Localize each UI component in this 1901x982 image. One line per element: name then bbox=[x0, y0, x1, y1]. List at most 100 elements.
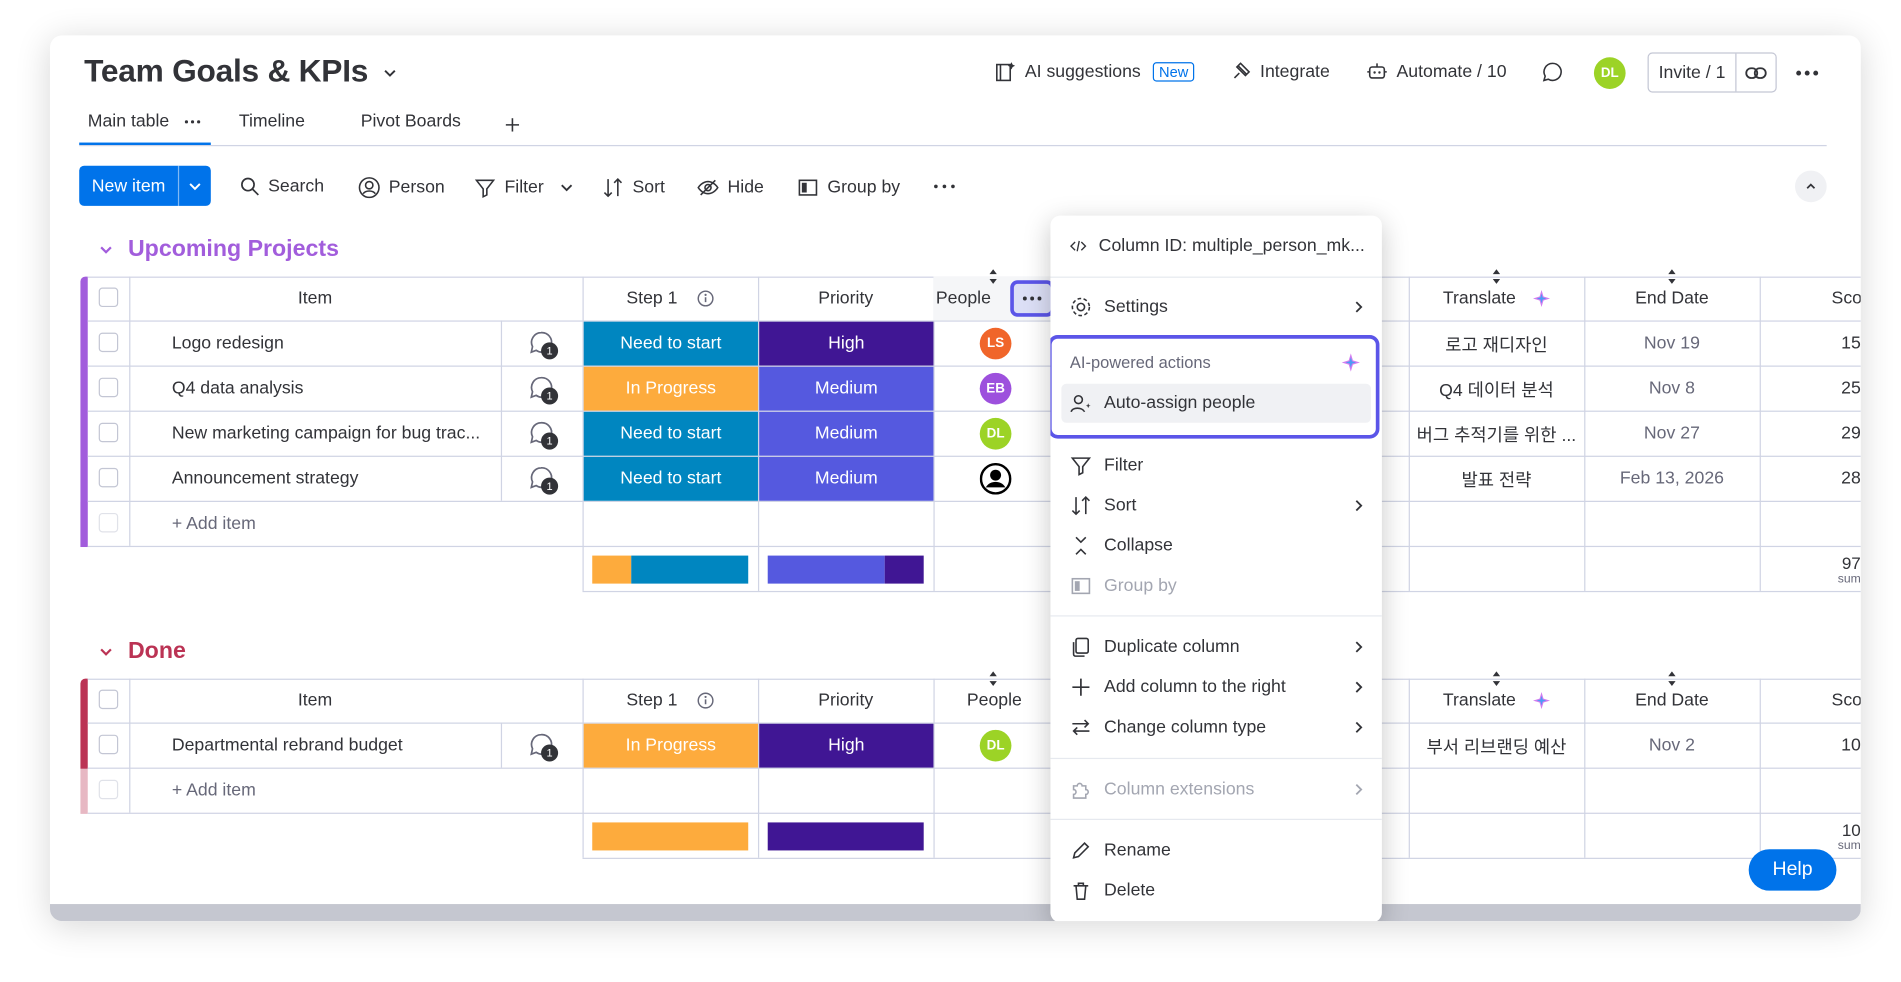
updates-button[interactable]: 1 bbox=[529, 375, 559, 410]
translate-cell[interactable]: 로고 재디자인 bbox=[1409, 322, 1584, 366]
priority-status[interactable]: Medium bbox=[759, 411, 934, 456]
column-header-priority[interactable]: Priority bbox=[758, 277, 933, 321]
column-header-step1[interactable]: Step 1 bbox=[582, 277, 757, 321]
step-status[interactable]: Need to start bbox=[583, 411, 758, 456]
column-drag-handle-icon[interactable] bbox=[1667, 269, 1677, 284]
person-avatar[interactable]: LS bbox=[979, 327, 1012, 360]
search-button[interactable]: Search bbox=[240, 177, 324, 196]
add-item-input[interactable]: + Add item bbox=[172, 502, 416, 546]
info-icon[interactable] bbox=[697, 692, 714, 709]
updates-button[interactable]: 1 bbox=[529, 330, 559, 365]
translate-cell[interactable]: 부서 리브랜딩 예산 bbox=[1409, 724, 1584, 768]
add-view-icon[interactable] bbox=[505, 118, 520, 132]
group-header-upcoming[interactable]: Upcoming Projects bbox=[99, 236, 339, 263]
column-drag-handle-icon[interactable] bbox=[988, 269, 998, 284]
tab-menu-icon[interactable] bbox=[184, 120, 201, 125]
user-avatar[interactable]: DL bbox=[1593, 57, 1626, 89]
item-name[interactable]: Departmental rebrand budget bbox=[172, 724, 495, 768]
select-all-checkbox[interactable] bbox=[98, 287, 119, 308]
person-filter-button[interactable]: Person bbox=[358, 177, 445, 199]
column-header-score[interactable]: Score bbox=[1760, 679, 1861, 723]
new-item-label[interactable]: New item bbox=[79, 165, 180, 206]
help-button[interactable]: Help bbox=[1748, 849, 1837, 891]
tab-timeline[interactable]: Timeline bbox=[239, 112, 305, 131]
item-name[interactable]: New marketing campaign for bug trac... bbox=[172, 412, 495, 456]
hide-button[interactable]: Hide bbox=[697, 177, 764, 199]
updates-button[interactable]: 1 bbox=[529, 420, 559, 455]
copy-link-button[interactable] bbox=[1737, 54, 1776, 92]
column-drag-handle-icon[interactable] bbox=[1492, 671, 1502, 686]
row-checkbox[interactable] bbox=[98, 377, 119, 398]
score-cell[interactable]: 29 bbox=[1760, 412, 1861, 456]
info-icon[interactable] bbox=[697, 290, 714, 307]
score-cell[interactable]: 28 bbox=[1760, 457, 1861, 501]
end-date-cell[interactable]: Nov 2 bbox=[1584, 724, 1759, 768]
score-cell[interactable]: 15 bbox=[1760, 322, 1861, 366]
toolbar-more-icon[interactable] bbox=[933, 184, 955, 189]
translate-cell[interactable]: 발표 전략 bbox=[1409, 457, 1584, 501]
filter-button[interactable]: Filter bbox=[474, 177, 574, 199]
menu-change-column-type[interactable]: Change column type bbox=[1070, 713, 1365, 742]
group-header-done[interactable]: Done bbox=[99, 638, 186, 665]
more-options-icon[interactable] bbox=[1795, 69, 1819, 76]
menu-collapse[interactable]: Collapse bbox=[1070, 531, 1365, 560]
column-header-step1[interactable]: Step 1 bbox=[582, 679, 757, 723]
column-header-item[interactable]: Item bbox=[129, 277, 501, 321]
item-name[interactable]: Q4 data analysis bbox=[172, 367, 495, 411]
column-header-score[interactable]: Score bbox=[1760, 277, 1861, 321]
end-date-cell[interactable]: Nov 8 bbox=[1584, 367, 1759, 411]
automate-button[interactable]: Automate / 10 bbox=[1366, 61, 1507, 83]
column-header-item[interactable]: Item bbox=[129, 679, 501, 723]
tab-pivot-boards[interactable]: Pivot Boards bbox=[361, 112, 461, 131]
menu-filter[interactable]: Filter bbox=[1070, 451, 1365, 480]
column-drag-handle-icon[interactable] bbox=[1667, 671, 1677, 686]
menu-duplicate-column[interactable]: Duplicate column bbox=[1070, 632, 1365, 661]
end-date-cell[interactable]: Nov 19 bbox=[1584, 322, 1759, 366]
score-cell[interactable]: 25 bbox=[1760, 367, 1861, 411]
column-menu-button[interactable] bbox=[1010, 280, 1055, 317]
column-drag-handle-icon[interactable] bbox=[988, 671, 998, 686]
integrate-button[interactable]: Integrate bbox=[1230, 61, 1330, 83]
menu-delete[interactable]: Delete bbox=[1070, 876, 1365, 905]
sort-button[interactable]: Sort bbox=[602, 177, 665, 199]
item-name[interactable]: Announcement strategy bbox=[172, 457, 495, 501]
person-avatar[interactable]: DL bbox=[979, 729, 1012, 762]
row-checkbox[interactable] bbox=[98, 422, 119, 443]
column-drag-handle-icon[interactable] bbox=[1492, 269, 1502, 284]
add-item-input[interactable]: + Add item bbox=[172, 769, 416, 813]
menu-settings[interactable]: Settings bbox=[1070, 292, 1365, 321]
item-name[interactable]: Logo redesign bbox=[172, 322, 495, 366]
row-checkbox[interactable] bbox=[98, 467, 119, 488]
collapse-header-button[interactable] bbox=[1794, 170, 1827, 203]
menu-auto-assign-people[interactable]: Auto-assign people bbox=[1070, 389, 1365, 418]
updates-button[interactable]: 1 bbox=[529, 465, 559, 500]
row-checkbox[interactable] bbox=[98, 332, 119, 353]
menu-add-column-right[interactable]: Add column to the right bbox=[1070, 673, 1365, 702]
step-status[interactable]: In Progress bbox=[583, 366, 758, 411]
group-by-button[interactable]: Group by bbox=[797, 177, 900, 199]
chat-icon[interactable] bbox=[1542, 61, 1564, 83]
priority-status[interactable]: Medium bbox=[759, 456, 934, 501]
menu-sort[interactable]: Sort bbox=[1070, 491, 1365, 520]
board-title[interactable]: Team Goals & KPIs bbox=[84, 52, 399, 90]
person-avatar-placeholder[interactable] bbox=[979, 462, 1012, 501]
step-status[interactable]: In Progress bbox=[583, 723, 758, 768]
priority-status[interactable]: High bbox=[759, 723, 934, 768]
row-checkbox[interactable] bbox=[98, 734, 119, 755]
select-all-checkbox[interactable] bbox=[98, 689, 119, 710]
priority-status[interactable]: High bbox=[759, 321, 934, 366]
updates-button[interactable]: 1 bbox=[529, 732, 559, 767]
chevron-down-icon[interactable] bbox=[560, 180, 575, 195]
end-date-cell[interactable]: Feb 13, 2026 bbox=[1584, 457, 1759, 501]
step-status[interactable]: Need to start bbox=[583, 456, 758, 501]
tab-main-table[interactable]: Main table bbox=[79, 112, 211, 145]
person-avatar[interactable]: EB bbox=[979, 372, 1012, 405]
person-avatar[interactable]: DL bbox=[979, 417, 1012, 450]
invite-button[interactable]: Invite / 1 bbox=[1647, 52, 1777, 93]
invite-label[interactable]: Invite / 1 bbox=[1649, 53, 1737, 92]
ai-suggestions-button[interactable]: AI suggestions New bbox=[994, 61, 1195, 83]
translate-cell[interactable]: 버그 추적기를 위한 ... bbox=[1409, 412, 1584, 456]
priority-status[interactable]: Medium bbox=[759, 366, 934, 411]
new-item-dropdown[interactable] bbox=[179, 166, 211, 206]
new-item-button[interactable]: New item bbox=[79, 165, 211, 206]
